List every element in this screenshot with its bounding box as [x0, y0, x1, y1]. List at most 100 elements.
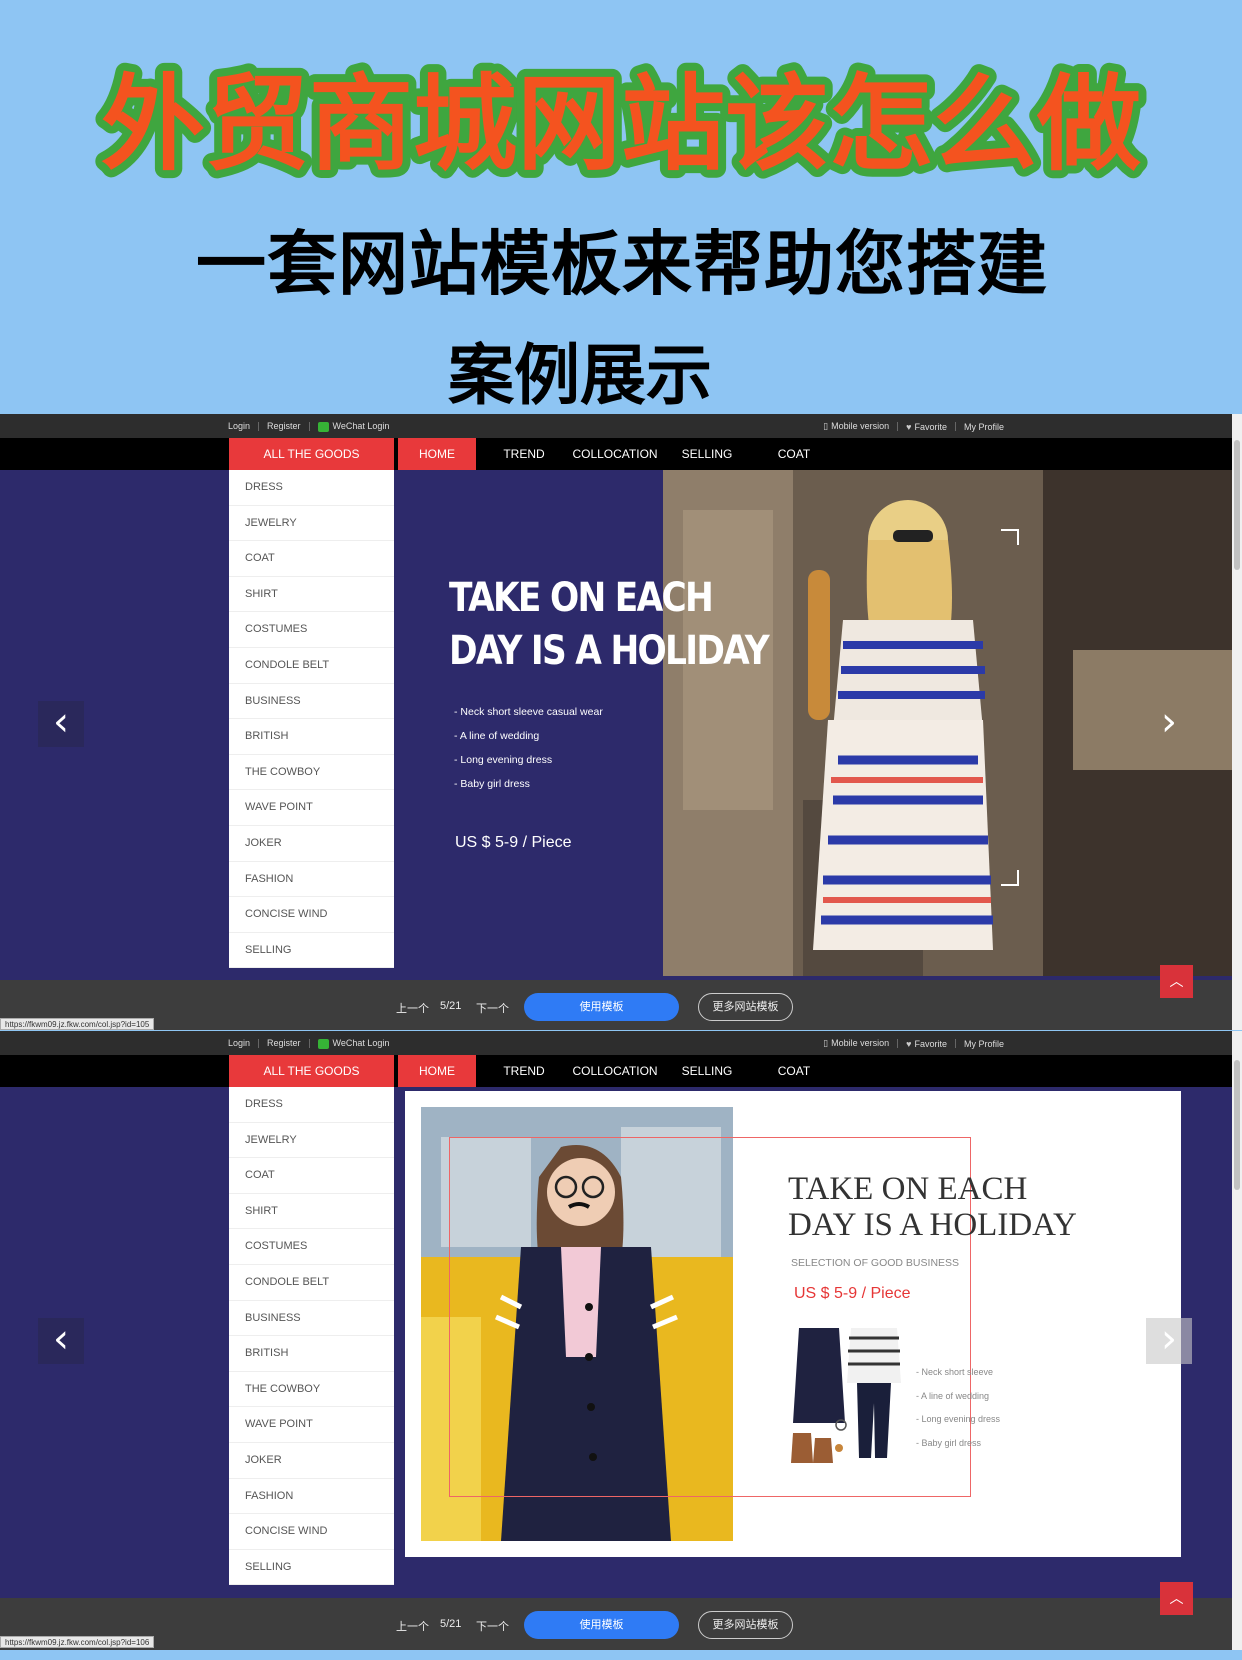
nav-coat[interactable]: COAT	[764, 1055, 824, 1087]
scrollbar-thumb[interactable]	[1234, 1060, 1240, 1190]
login-link[interactable]: Login	[228, 1038, 250, 1048]
nav-home[interactable]: HOME	[398, 1055, 476, 1087]
slide-card: TAKE ON EACH DAY IS A HOLIDAY SELECTION …	[405, 1091, 1181, 1557]
mobile-version-link[interactable]: ▯ Mobile version	[823, 1038, 889, 1049]
slide-headline: TAKE ON EACH DAY IS A HOLIDAY	[449, 572, 793, 678]
nav-collocation[interactable]: COLLOCATION	[570, 438, 660, 470]
nav-coat[interactable]: COAT	[764, 438, 824, 470]
menu-item-shirt[interactable]: SHIRT	[229, 577, 394, 613]
register-link[interactable]: Register	[267, 421, 301, 431]
all-goods-button[interactable]: ALL THE GOODS	[229, 438, 394, 470]
favorite-link[interactable]: ♥ Favorite	[906, 1039, 947, 1049]
menu-item-british[interactable]: BRITISH	[229, 1336, 394, 1372]
menu-item-selling[interactable]: SELLING	[229, 1550, 394, 1586]
favorite-link[interactable]: ♥ Favorite	[906, 422, 947, 432]
prev-template-link[interactable]: 上一个	[396, 1000, 429, 1016]
wechat-login-label: WeChat Login	[332, 1038, 390, 1048]
menu-item-costumes[interactable]: COSTUMES	[229, 1229, 394, 1265]
menu-item-fashion[interactable]: FASHION	[229, 1479, 394, 1515]
login-link[interactable]: Login	[228, 421, 250, 431]
slide-selection-caption: SELECTION OF GOOD BUSINESS	[791, 1257, 960, 1269]
menu-item-the-cowboy[interactable]: THE COWBOY	[229, 755, 394, 791]
menu-item-jewelry[interactable]: JEWELRY	[229, 1123, 394, 1159]
menu-item-condole-belt[interactable]: CONDOLE BELT	[229, 1265, 394, 1301]
nav-selling[interactable]: SELLING	[676, 438, 738, 470]
outfit-products-image	[791, 1328, 901, 1463]
wechat-login-link[interactable]: WeChat Login	[317, 421, 390, 432]
slide-prev-button[interactable]: ‹	[38, 701, 84, 747]
next-template-link[interactable]: 下一个	[476, 1618, 509, 1634]
menu-item-joker[interactable]: JOKER	[229, 1443, 394, 1479]
menu-item-selling[interactable]: SELLING	[229, 933, 394, 969]
slide-next-button[interactable]: ›	[1146, 1318, 1192, 1364]
nav-collocation[interactable]: COLLOCATION	[570, 1055, 660, 1087]
use-template-button[interactable]: 使用模板	[524, 1611, 679, 1639]
slide-next-button[interactable]: ›	[1146, 701, 1192, 747]
menu-item-the-cowboy[interactable]: THE COWBOY	[229, 1372, 394, 1408]
my-profile-link[interactable]: My Profile	[964, 1039, 1004, 1049]
screenshot-1: Login Register WeChat Login ▯ Mobile vers…	[0, 414, 1232, 1030]
slide-price: US $ 5-9 / Piece	[794, 1285, 911, 1302]
slide-feature-list: - Neck short sleeve - A line of wedding …	[916, 1367, 1000, 1461]
scrollbar-thumb[interactable]	[1234, 440, 1240, 570]
slide-prev-button[interactable]: ‹	[38, 1318, 84, 1364]
wechat-login-label: WeChat Login	[332, 421, 390, 431]
mobile-version-label: Mobile version	[831, 421, 890, 431]
menu-item-coat[interactable]: COAT	[229, 1158, 394, 1194]
phone-icon: ▯	[823, 421, 829, 431]
headline-line-2: DAY IS A HOLIDAY	[449, 628, 770, 674]
menu-item-business[interactable]: BUSINESS	[229, 684, 394, 720]
menu-item-dress[interactable]: DRESS	[229, 470, 394, 506]
my-profile-link[interactable]: My Profile	[964, 422, 1004, 432]
nav-selling[interactable]: SELLING	[676, 1055, 738, 1087]
prev-template-link[interactable]: 上一个	[396, 1618, 429, 1634]
menu-item-joker[interactable]: JOKER	[229, 826, 394, 862]
top-bar: Login Register WeChat Login ▯ Mobile vers…	[0, 414, 1232, 438]
phone-icon: ▯	[823, 1038, 829, 1048]
nav-home[interactable]: HOME	[398, 438, 476, 470]
register-link[interactable]: Register	[267, 1038, 301, 1048]
all-goods-button[interactable]: ALL THE GOODS	[229, 1055, 394, 1087]
menu-item-concise-wind[interactable]: CONCISE WIND	[229, 897, 394, 933]
menu-item-concise-wind[interactable]: CONCISE WIND	[229, 1514, 394, 1550]
wechat-login-link[interactable]: WeChat Login	[317, 1038, 390, 1049]
divider	[258, 421, 260, 431]
list-item: - Long evening dress	[916, 1414, 1001, 1424]
wechat-icon	[317, 421, 329, 432]
menu-item-shirt[interactable]: SHIRT	[229, 1194, 394, 1230]
more-templates-button[interactable]: 更多网站模板	[698, 1611, 793, 1639]
menu-item-coat[interactable]: COAT	[229, 541, 394, 577]
use-template-button[interactable]: 使用模板	[524, 993, 679, 1021]
menu-item-costumes[interactable]: COSTUMES	[229, 612, 394, 648]
menu-item-business[interactable]: BUSINESS	[229, 1301, 394, 1337]
screenshot-2: Login Register WeChat Login ▯ Mobile vers…	[0, 1031, 1232, 1650]
nav-trend[interactable]: TREND	[494, 438, 554, 470]
slide-price: US $ 5-9 / Piece	[455, 834, 572, 851]
list-item: - Long evening dress	[454, 754, 553, 766]
menu-item-dress[interactable]: DRESS	[229, 1087, 394, 1123]
template-page-counter: 5/21	[440, 1000, 462, 1012]
divider	[897, 1039, 899, 1048]
wechat-icon	[317, 1038, 329, 1049]
template-bottom-bar: 上一个 5/21 下一个 使用模板 更多网站模板	[0, 1598, 1232, 1650]
mobile-version-link[interactable]: ▯ Mobile version	[823, 421, 889, 432]
back-to-top-button[interactable]: ︿	[1160, 1582, 1193, 1615]
list-item: - A line of wedding	[916, 1390, 990, 1401]
menu-item-british[interactable]: BRITISH	[229, 719, 394, 755]
list-item: - A line of wedding	[454, 730, 540, 742]
nav-trend[interactable]: TREND	[494, 1055, 554, 1087]
menu-item-wave-point[interactable]: WAVE POINT	[229, 1407, 394, 1443]
next-template-link[interactable]: 下一个	[476, 1000, 509, 1016]
menu-item-condole-belt[interactable]: CONDOLE BELT	[229, 648, 394, 684]
main-nav: ALL THE GOODS HOME TREND COLLOCATION SEL…	[0, 1055, 1232, 1087]
more-templates-button[interactable]: 更多网站模板	[698, 993, 793, 1021]
menu-item-jewelry[interactable]: JEWELRY	[229, 506, 394, 542]
menu-item-wave-point[interactable]: WAVE POINT	[229, 790, 394, 826]
back-to-top-button[interactable]: ︿	[1160, 965, 1193, 998]
menu-item-fashion[interactable]: FASHION	[229, 862, 394, 898]
mobile-version-label: Mobile version	[831, 1038, 890, 1048]
divider	[897, 422, 899, 431]
favorite-label: Favorite	[914, 1038, 947, 1049]
list-item: - Baby girl dress	[916, 1437, 982, 1448]
slide-headline: TAKE ON EACH DAY IS A HOLIDAY	[788, 1171, 1077, 1243]
